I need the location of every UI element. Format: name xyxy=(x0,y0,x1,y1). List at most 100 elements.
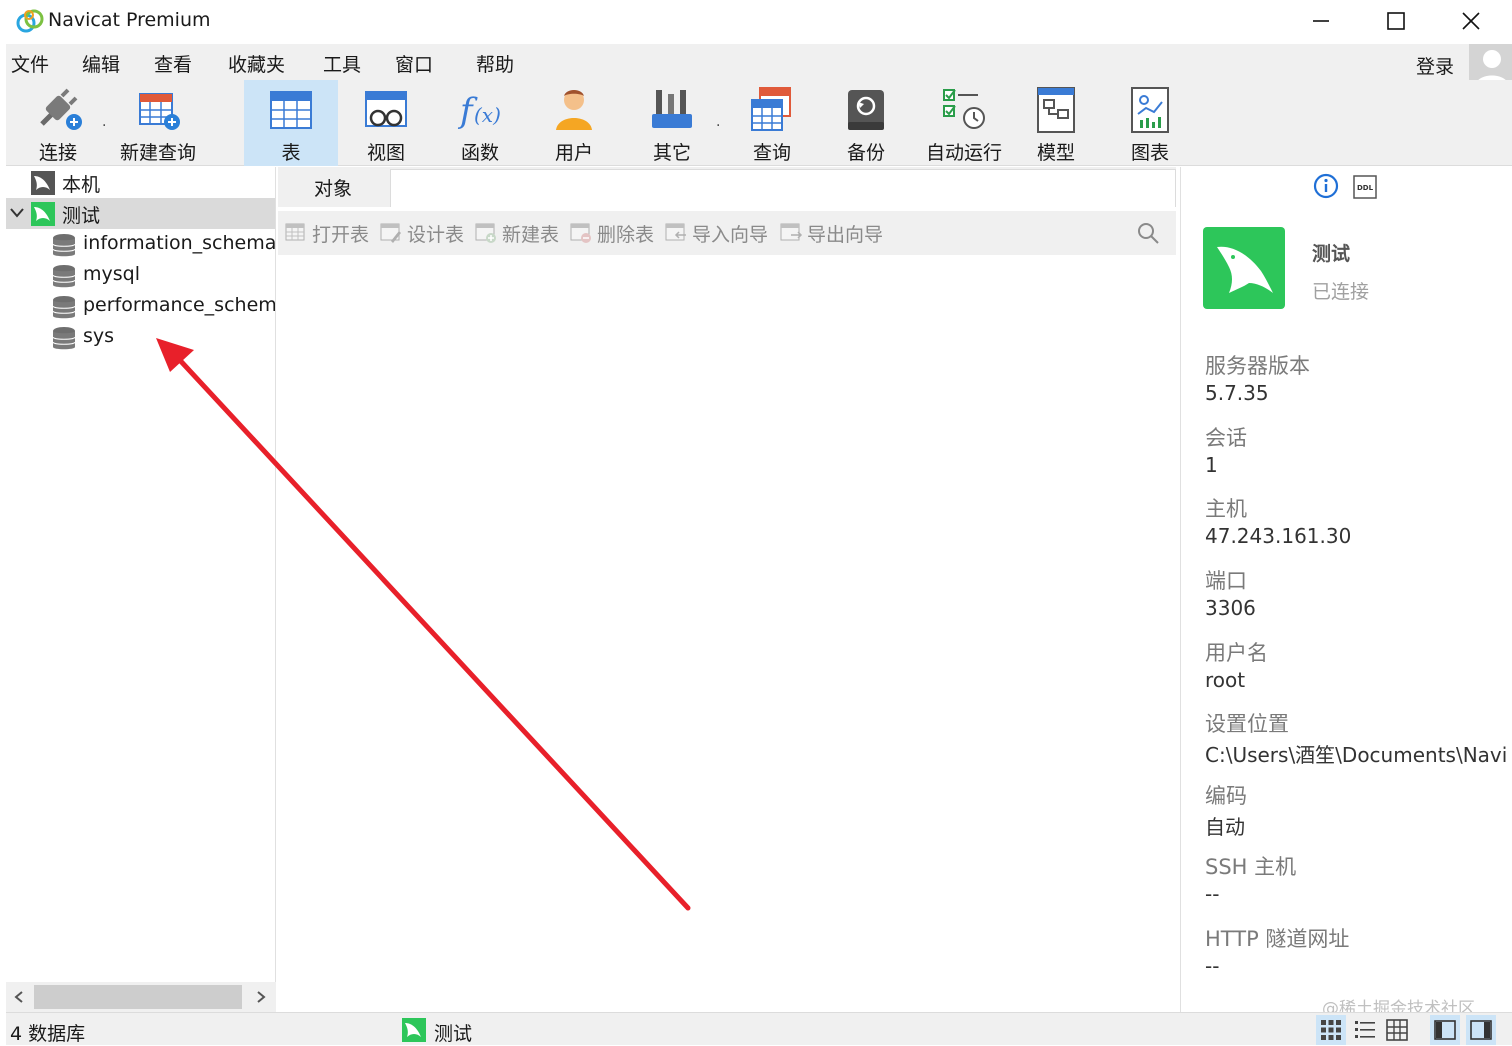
other-dropdown[interactable]: · xyxy=(716,118,720,134)
auto-run-button[interactable]: 自动运行 xyxy=(916,80,1012,166)
tree-item-local-label: 本机 xyxy=(62,174,101,196)
database-icon xyxy=(52,234,76,257)
menu-help[interactable]: 帮助 xyxy=(476,50,514,77)
login-button[interactable]: 登录 xyxy=(1416,52,1454,79)
auto-run-checklist-icon xyxy=(943,89,985,129)
menu-tools[interactable]: 工具 xyxy=(323,50,361,77)
chart-label: 图表 xyxy=(1130,142,1169,164)
prop-http-tunnel-label: HTTP 隧道网址 xyxy=(1205,927,1350,951)
view-button[interactable]: 视图 xyxy=(344,80,428,166)
tree-item-test[interactable]: 测试 xyxy=(6,198,275,229)
plug-add-icon xyxy=(40,88,82,130)
new-table-button[interactable]: 新建表 xyxy=(474,219,559,247)
new-query-label: 新建查询 xyxy=(119,142,196,164)
open-table-icon xyxy=(285,223,305,241)
info-icon[interactable] xyxy=(1313,173,1339,199)
minimize-button[interactable] xyxy=(1283,0,1359,42)
chart-button[interactable]: 图表 xyxy=(1108,80,1192,166)
database-name: information_schema xyxy=(83,232,276,254)
connect-label: 连接 xyxy=(38,142,77,164)
tools-icon xyxy=(652,90,692,128)
user-label: 用户 xyxy=(554,142,593,164)
model-label: 模型 xyxy=(1036,142,1075,164)
tree-item-local[interactable]: 本机 xyxy=(6,167,275,198)
prop-settings-location-label: 设置位置 xyxy=(1205,712,1289,736)
tree-item-db-performance-schema[interactable]: performance_schema xyxy=(6,291,275,322)
search-icon[interactable] xyxy=(1136,221,1160,245)
export-wizard-label: 导出向导 xyxy=(807,223,884,246)
tree-item-db-information-schema[interactable]: information_schema xyxy=(6,229,276,260)
view-label: 视图 xyxy=(366,142,405,164)
grid-view-icon xyxy=(1321,1020,1341,1040)
toggle-left-pane-button[interactable] xyxy=(1430,1015,1460,1045)
ddl-button[interactable]: DDL xyxy=(1353,175,1377,199)
user-person-icon xyxy=(556,90,592,130)
close-button[interactable] xyxy=(1433,0,1509,42)
export-wizard-button[interactable]: 导出向导 xyxy=(779,219,883,247)
title-bar: Navicat Premium xyxy=(0,0,1512,42)
app-title: Navicat Premium xyxy=(48,9,211,31)
prop-encoding-value: 自动 xyxy=(1205,815,1245,839)
detail-view-button[interactable] xyxy=(1382,1015,1412,1045)
connection-status: 已连接 xyxy=(1312,281,1370,303)
tree-horizontal-scrollbar[interactable] xyxy=(6,982,276,1012)
chevron-right-icon[interactable] xyxy=(256,991,266,1003)
menu-edit[interactable]: 编辑 xyxy=(82,50,120,77)
info-panel: DDL 测试 已连接 服务器版本 5.7.35 会话 1 主机 47.243.1… xyxy=(1180,167,1512,1012)
import-wizard-button[interactable]: 导入向导 xyxy=(664,219,768,247)
connect-dropdown[interactable]: · xyxy=(102,118,106,134)
database-name: mysql xyxy=(83,263,140,285)
menu-file[interactable]: 文件 xyxy=(11,50,49,77)
import-icon xyxy=(665,223,686,241)
main-toolbar: 连接 · 新建查询 表 视图 f (x) 函数 用户 其它 · 查询 备份 自动… xyxy=(6,80,1512,166)
prop-port-value: 3306 xyxy=(1205,596,1256,620)
menu-window[interactable]: 窗口 xyxy=(395,50,433,77)
prop-http-tunnel-value: -- xyxy=(1205,954,1220,978)
left-pane-icon xyxy=(1434,1020,1456,1040)
function-label: 函数 xyxy=(460,142,499,164)
new-query-button[interactable]: 新建查询 xyxy=(116,80,200,166)
grid-view-button[interactable] xyxy=(1316,1015,1346,1045)
view-glasses-icon xyxy=(365,91,407,127)
query-button[interactable]: 查询 xyxy=(730,80,814,166)
new-query-icon xyxy=(139,93,180,130)
navicat-logo-icon xyxy=(16,9,44,33)
backup-button[interactable]: 备份 xyxy=(824,80,908,166)
design-table-button[interactable]: 设计表 xyxy=(379,219,464,247)
prop-settings-location-value: C:\Users\酒笙\Documents\Navi xyxy=(1205,743,1508,767)
status-connection-name: 测试 xyxy=(434,1023,473,1045)
table-label: 表 xyxy=(281,142,301,164)
maximize-button[interactable] xyxy=(1358,0,1434,42)
connect-button[interactable]: 连接 xyxy=(26,80,90,166)
chevron-left-icon[interactable] xyxy=(14,991,24,1003)
prop-ssh-host-value: -- xyxy=(1205,882,1220,906)
object-toolbar: 打开表 设计表 新建表 删除表 导入向导 导出向导 xyxy=(278,211,1176,255)
tree-item-db-sys[interactable]: sys xyxy=(6,322,275,353)
tab-objects[interactable]: 对象 xyxy=(278,167,388,207)
maximize-icon xyxy=(1387,12,1405,30)
minimize-icon xyxy=(1313,20,1329,22)
table-button[interactable]: 表 xyxy=(244,80,338,166)
list-view-button[interactable] xyxy=(1350,1015,1380,1045)
database-count: 4 数据库 xyxy=(10,1023,86,1045)
design-table-icon xyxy=(380,223,401,243)
mysql-connected-icon xyxy=(31,202,55,226)
new-table-icon xyxy=(475,223,496,243)
model-button[interactable]: 模型 xyxy=(1014,80,1098,166)
design-table-label: 设计表 xyxy=(407,223,465,246)
tree-item-test-label: 测试 xyxy=(62,205,101,227)
chevron-down-icon[interactable] xyxy=(10,208,24,218)
menu-view[interactable]: 查看 xyxy=(154,50,192,77)
user-button[interactable]: 用户 xyxy=(532,80,616,166)
open-table-button[interactable]: 打开表 xyxy=(284,219,369,247)
delete-table-button[interactable]: 删除表 xyxy=(569,219,654,247)
tree-item-db-mysql[interactable]: mysql xyxy=(6,260,275,291)
ddl-text: DDL xyxy=(1357,184,1374,192)
other-button[interactable]: 其它 xyxy=(630,80,714,166)
function-button[interactable]: f (x) 函数 xyxy=(438,80,522,166)
toggle-right-pane-button[interactable] xyxy=(1466,1015,1496,1045)
scrollbar-thumb[interactable] xyxy=(34,985,242,1009)
mysql-connection-icon xyxy=(31,171,55,195)
menu-favorites[interactable]: 收藏夹 xyxy=(228,50,285,77)
right-pane-icon xyxy=(1470,1020,1492,1040)
